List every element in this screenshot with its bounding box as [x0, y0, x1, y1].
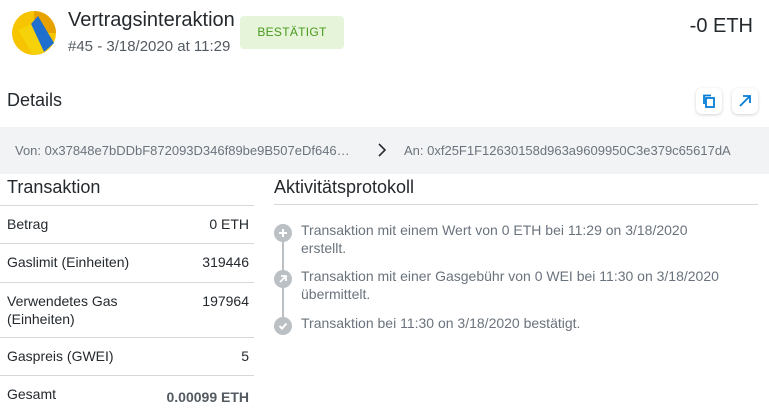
external-link-icon [739, 95, 751, 107]
send-arrow-icon [274, 270, 292, 288]
activity-text-line: Transaktion mit einer Gasgebühr von 0 WE… [301, 268, 719, 284]
from-address[interactable]: Von: 0x37848e7bDDbF872093D346f89be9B507e… [15, 143, 365, 158]
row-label: Gaslimit (Einheiten) [7, 254, 130, 270]
plus-icon [274, 224, 292, 242]
row-value: 0 ETH [209, 216, 249, 232]
address-bar: Von: 0x37848e7bDDbF872093D346f89be9B507e… [0, 127, 769, 174]
row-value: 0.00099 ETH [166, 389, 250, 405]
transaction-title: Vertragsinteraktion [68, 9, 235, 31]
row-label: Verwendetes Gas (Einheiten) [7, 293, 118, 327]
activity-text: Transaktion bei 11:30 on 3/18/2020 bestä… [301, 314, 580, 332]
activity-text: Transaktion mit einer Gasgebühr von 0 WE… [301, 267, 719, 303]
transaction-section-title: Transaktion [7, 177, 101, 197]
row-gas-used: Verwendetes Gas (Einheiten) 197964 [0, 282, 254, 337]
transaction-breakdown: Betrag 0 ETH Gaslimit (Einheiten) 319446… [0, 205, 254, 414]
activity-text-line: übermittelt. [301, 286, 371, 302]
transaction-amount: -0 ETH [689, 15, 753, 37]
activity-text-line: erstellt. [301, 240, 347, 256]
copy-tx-hash-button[interactable] [696, 88, 722, 114]
transaction-nonce-date: #45 - 3/18/2020 at 11:29 [68, 38, 231, 55]
row-amount: Betrag 0 ETH [0, 205, 254, 243]
row-label: Gesamt [7, 386, 57, 402]
row-total: Gesamt 0.00099 ETH [0, 375, 254, 414]
row-label: Betrag [7, 216, 49, 232]
chevron-right-icon [378, 143, 387, 157]
contract-interaction-icon [12, 11, 56, 55]
view-on-explorer-button[interactable] [732, 88, 758, 114]
row-value: 319446 [202, 254, 249, 270]
activity-text-line: Transaktion mit einem Wert von 0 ETH bei… [301, 222, 688, 238]
divider [274, 204, 758, 205]
row-value: 197964 [202, 293, 249, 309]
row-gas-price: Gaspreis (GWEI) 5 [0, 337, 254, 375]
row-value: 5 [241, 348, 249, 364]
copy-icon [703, 94, 715, 108]
transaction-header: Vertragsinteraktion #45 - 3/18/2020 at 1… [0, 0, 769, 70]
row-label: Gaspreis (GWEI) [7, 348, 114, 364]
activity-log-title: Aktivitätsprotokoll [274, 177, 415, 197]
row-gas-limit: Gaslimit (Einheiten) 319446 [0, 243, 254, 282]
details-heading: Details [7, 90, 63, 110]
activity-text-line: Transaktion bei 11:30 on 3/18/2020 bestä… [301, 315, 581, 331]
to-address[interactable]: An: 0xf25F1F12630158d963a9609950C3e379c6… [404, 143, 731, 158]
check-icon [274, 317, 292, 335]
activity-text: Transaktion mit einem Wert von 0 ETH bei… [301, 221, 688, 257]
status-badge: BESTÄTIGT [240, 16, 344, 49]
